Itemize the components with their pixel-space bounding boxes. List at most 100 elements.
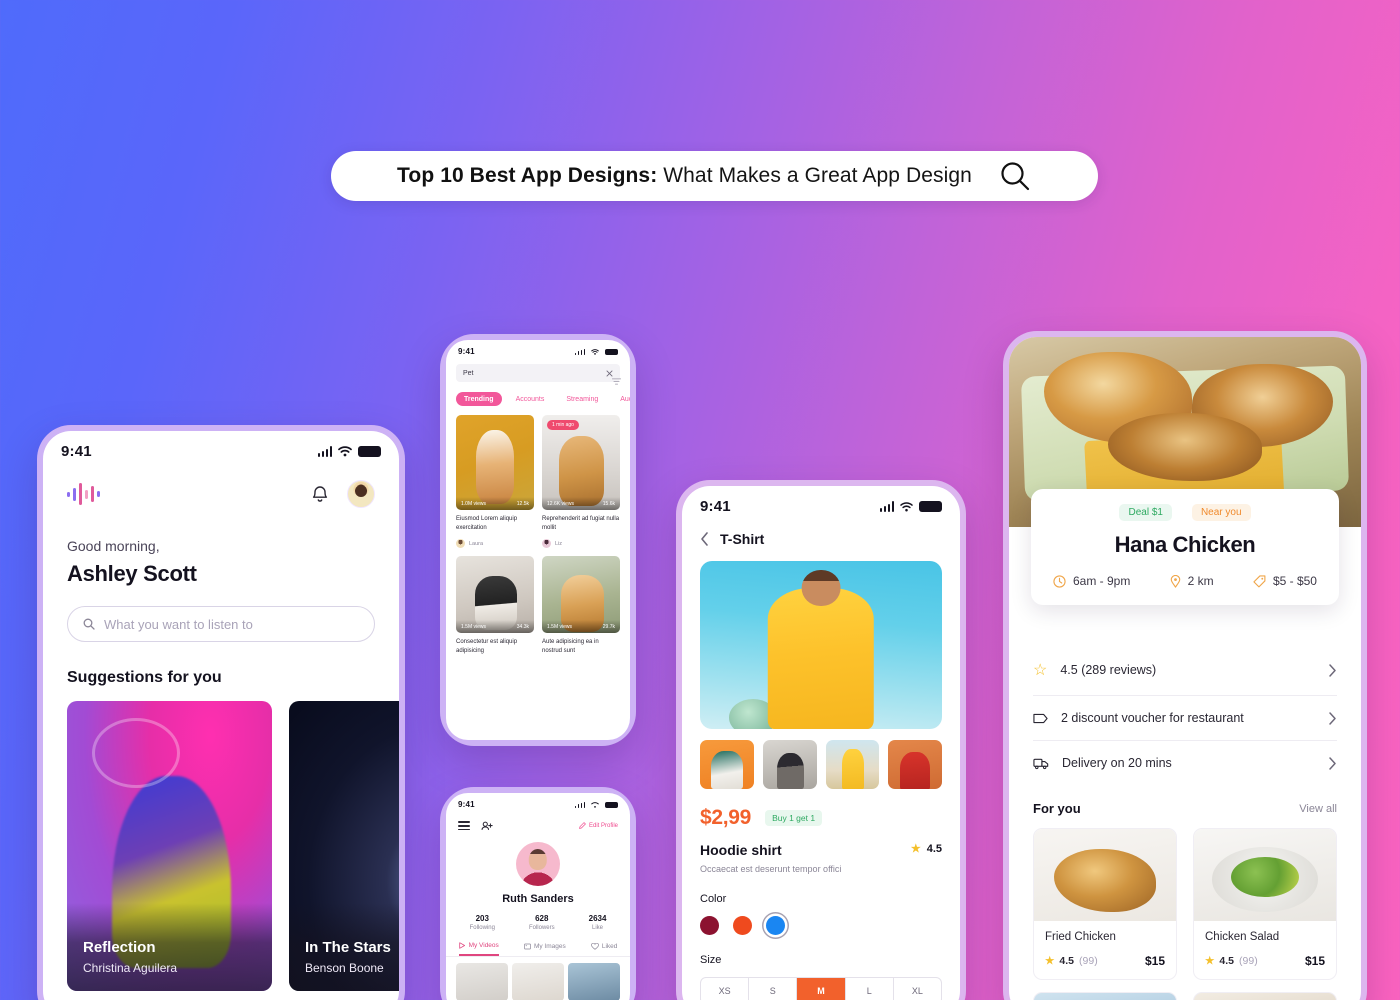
edit-profile-button[interactable]: Edit Profile [579, 822, 618, 830]
row-delivery[interactable]: Delivery on 20 mins [1033, 741, 1337, 785]
meta-text: 2 km [1187, 574, 1214, 588]
food-item-card[interactable] [1033, 992, 1177, 1000]
thumbnail[interactable] [700, 740, 754, 789]
product-subtitle: Occaecat est deserunt tempor offici [700, 864, 842, 874]
media-thumbnail[interactable] [512, 962, 564, 1000]
thumbnail[interactable] [825, 740, 880, 789]
pet-card[interactable]: 1.5M views 29.7k [542, 556, 620, 634]
page-title-banner: Top 10 Best App Designs: What Makes a Gr… [331, 151, 1098, 201]
card-text: Reflection Christina Aguilera [83, 939, 177, 975]
product-title: Hoodie shirt [700, 842, 782, 858]
row-reviews[interactable]: ☆ 4.5 (289 reviews) [1033, 645, 1337, 696]
size-s[interactable]: S [749, 978, 798, 1000]
meta-text: 6am - 9pm [1073, 574, 1131, 588]
star-icon: ★ [910, 843, 921, 855]
tab-accounts[interactable]: Accounts [508, 392, 553, 406]
wifi-icon [338, 446, 352, 457]
music-screen: 9:41 Good morning, Ashley Scott What you… [43, 431, 399, 1000]
food-image [1194, 829, 1336, 921]
rating-value: 4.5 [1059, 955, 1075, 967]
profile-media-grid [446, 957, 630, 1000]
food-item-body: Chicken Salad ★ 4.5 (99) $15 [1194, 921, 1336, 979]
avatar[interactable] [516, 841, 560, 886]
music-card[interactable]: In The Stars Benson Boone [289, 701, 399, 991]
hamburger-icon[interactable] [458, 819, 470, 833]
food-item-card[interactable]: Chicken Salad ★ 4.5 (99) $15 [1193, 828, 1337, 980]
meta-distance: 2 km [1170, 574, 1214, 588]
pet-card[interactable]: 1.0M views 12.5k [456, 415, 534, 510]
pet-card[interactable]: 1.5M views 34.3k [456, 556, 534, 634]
filter-icon[interactable] [611, 372, 622, 390]
thumbnail[interactable] [888, 740, 942, 789]
category-tabs: Trending Accounts Streaming Audio [446, 382, 630, 406]
pet-image [456, 415, 534, 510]
chevron-right-icon [1329, 711, 1336, 725]
view-all-link[interactable]: View all [1299, 803, 1337, 815]
bell-icon[interactable] [311, 484, 329, 504]
avatar [456, 539, 465, 549]
pet-author[interactable]: Laura [456, 536, 534, 549]
rating-value: 4.5 [926, 842, 942, 855]
status-time: 9:41 [700, 498, 731, 515]
stat-followers[interactable]: 628 Followers [529, 914, 555, 931]
restaurant-detail-rows: ☆ 4.5 (289 reviews) 2 discount voucher f… [1009, 645, 1361, 785]
product-hero-image[interactable] [700, 561, 942, 729]
tab-my-images[interactable]: My Images [524, 942, 566, 956]
play-icon [458, 942, 465, 949]
view-count: 1.0M views [461, 500, 487, 507]
size-xl[interactable]: XL [894, 978, 941, 1000]
stat-likes[interactable]: 2634 Like [589, 914, 607, 931]
card-text: In The Stars Benson Boone [305, 939, 391, 975]
pet-card-stats: 1.0M views 12.5k [456, 497, 534, 510]
review-count: (99) [1079, 955, 1098, 967]
pet-column-right: 1 min ago 12.6K views 15.6k Reprehenderi… [542, 415, 620, 656]
music-header [43, 464, 399, 508]
food-item-card[interactable]: Fried Chicken ★ 4.5 (99) $15 [1033, 828, 1177, 980]
chevron-left-icon[interactable] [700, 532, 709, 546]
stat-following[interactable]: 203 Following [470, 914, 495, 931]
phone-pet-app: 9:41 Pet Trending Accounts Streaming Aud… [440, 334, 636, 746]
tab-streaming[interactable]: Streaming [558, 392, 606, 406]
add-user-icon[interactable] [481, 821, 493, 831]
color-swatch-maroon[interactable] [700, 916, 719, 935]
tab-trending[interactable]: Trending [456, 392, 502, 406]
size-l[interactable]: L [846, 978, 894, 1000]
color-swatch-blue-selected[interactable] [766, 916, 785, 935]
search-icon[interactable] [998, 159, 1032, 193]
rating-value: 4.5 [1219, 955, 1235, 967]
tab-liked[interactable]: Liked [591, 942, 617, 956]
search-input[interactable]: What you want to listen to [67, 606, 375, 642]
color-options [682, 905, 960, 935]
star-icon: ★ [1045, 955, 1055, 967]
tab-my-videos[interactable]: My Videos [458, 942, 499, 956]
status-bar: 9:41 [43, 431, 399, 464]
thumbnail[interactable] [762, 740, 817, 789]
size-xs[interactable]: XS [701, 978, 750, 1000]
search-input[interactable]: Pet [456, 364, 620, 382]
signal-icon [879, 501, 894, 512]
card-title: In The Stars [305, 939, 391, 956]
media-thumbnail[interactable] [568, 962, 620, 1000]
stat-value: 628 [535, 913, 549, 923]
food-item-card[interactable] [1193, 992, 1337, 1000]
pet-caption: Reprehenderit ad fugiat nulla mollit [542, 516, 620, 531]
pet-card[interactable]: 1 min ago 12.6K views 15.6k [542, 415, 620, 510]
battery-icon [919, 501, 942, 512]
restaurant-name: Hana Chicken [1114, 532, 1256, 557]
color-swatch-orange[interactable] [733, 916, 752, 935]
row-vouchers[interactable]: 2 discount voucher for restaurant [1033, 696, 1337, 741]
meta-price-range: $5 - $50 [1253, 574, 1317, 588]
pet-author[interactable]: Liz [542, 536, 620, 549]
size-m-selected[interactable]: M [797, 978, 846, 1000]
tab-audio[interactable]: Audio [612, 392, 630, 406]
price-row: $2,99 Buy 1 get 1 [682, 789, 960, 830]
avatar[interactable] [347, 480, 375, 508]
music-card[interactable]: Reflection Christina Aguilera [67, 701, 272, 991]
page-title: Top 10 Best App Designs: What Makes a Gr… [397, 164, 972, 188]
tab-label: My Images [533, 942, 566, 950]
product-title-row: Hoodie shirt Occaecat est deserunt tempo… [682, 830, 960, 874]
section-title: Suggestions for you [67, 669, 222, 686]
avatar [542, 539, 551, 549]
media-thumbnail[interactable] [456, 962, 508, 1000]
chevron-right-icon [1329, 756, 1336, 770]
